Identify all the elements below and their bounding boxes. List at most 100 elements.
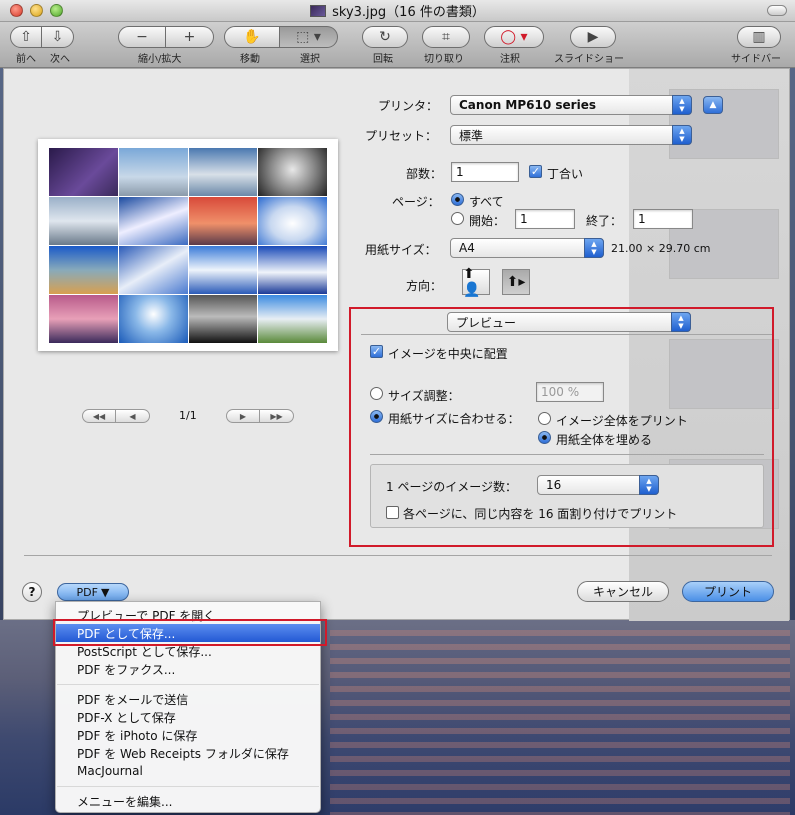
- pages-range-radio[interactable]: [451, 212, 464, 225]
- menu-item-label: PDF をメールで送信: [77, 692, 189, 707]
- double-left-arrow-icon: ◀◀: [92, 411, 106, 421]
- triangle-up-icon: ▲: [709, 100, 717, 110]
- menu-item-save-pdf-x[interactable]: PDF-X として保存: [56, 708, 320, 726]
- preset-popup[interactable]: 標準 ▲ ▼: [450, 125, 692, 145]
- cancel-button[interactable]: キャンセル: [577, 581, 669, 602]
- slideshow-button[interactable]: ▶: [570, 26, 616, 48]
- paper-dimensions: 21.00 × 29.70 cm: [611, 242, 711, 255]
- pager-back-controls: ◀◀ ◀: [82, 409, 150, 423]
- sidebar-button[interactable]: ▥: [737, 26, 781, 48]
- select-label: 選択: [300, 54, 320, 65]
- arrow-up-icon: ⇧: [20, 29, 32, 45]
- preview-image: [188, 148, 258, 196]
- pdf-menu-button[interactable]: PDF ▼: [57, 583, 129, 601]
- plus-icon: +: [183, 29, 196, 45]
- rotate-button[interactable]: ↻: [362, 26, 408, 48]
- menu-item-fax-pdf[interactable]: PDF をファクス...: [56, 660, 320, 678]
- zoom-window-button[interactable]: [50, 4, 63, 17]
- pdf-label: PDF: [76, 585, 98, 599]
- collate-checkbox[interactable]: ✓: [529, 165, 542, 178]
- preview-image: [49, 148, 118, 196]
- preview-image: [118, 197, 188, 245]
- zoom-in-button[interactable]: +: [166, 26, 214, 48]
- landscape-orientation-button[interactable]: ⬆▸: [502, 269, 530, 295]
- paper-size-popup[interactable]: A4 ▲ ▼: [450, 238, 604, 258]
- annotate-button[interactable]: ◯ ▾: [484, 26, 544, 48]
- select-tool-button[interactable]: ⬚ ▾: [280, 26, 338, 48]
- preview-image: [49, 295, 118, 343]
- pages-all-radio[interactable]: [451, 193, 464, 206]
- pages-to-field[interactable]: 1: [633, 209, 693, 229]
- checkmark-icon: ✓: [530, 165, 541, 178]
- next-page-button[interactable]: ▶: [226, 409, 260, 423]
- copies-value: 1: [456, 165, 464, 179]
- crop-button[interactable]: ⌗: [422, 26, 470, 48]
- preview-image: [188, 295, 258, 343]
- pages-all-label: すべて: [469, 195, 504, 209]
- previous-page-button[interactable]: ◀: [116, 409, 150, 423]
- arrow-down-icon: ⇩: [51, 29, 64, 45]
- back-button[interactable]: ⇧: [10, 26, 42, 48]
- menu-item-save-to-iphoto[interactable]: PDF を iPhoto に保存: [56, 726, 320, 744]
- menu-item-label: PDF をファクス...: [77, 662, 176, 677]
- preview-image: [118, 148, 188, 196]
- zoom-label: 縮小/拡大: [138, 54, 182, 65]
- menu-item-label: メニューを編集...: [77, 794, 173, 809]
- right-arrow-icon: ▶: [239, 411, 247, 421]
- cancel-label: キャンセル: [592, 585, 653, 599]
- menu-item-macjournal[interactable]: MacJournal: [56, 762, 320, 780]
- zoom-out-button[interactable]: −: [118, 26, 166, 48]
- crop-button-group: ⌗: [422, 26, 470, 48]
- preview-image: [118, 295, 188, 343]
- pages-label: ページ：: [392, 195, 440, 209]
- slideshow-button-group: ▶: [570, 26, 616, 48]
- preview-image: [188, 246, 258, 294]
- close-window-button[interactable]: [10, 4, 23, 17]
- sidebar-icon: ▥: [752, 29, 766, 45]
- toolbar: ⇧ ⇩ 前へ 次へ − + 縮小/拡大 ✋ ⬚ ▾ 移動 選択 ↻ 回転 ⌗ 切…: [0, 22, 795, 68]
- triangle-down-icon: ▼: [100, 585, 110, 599]
- popup-arrows-icon: ▲ ▼: [672, 95, 692, 115]
- play-icon: ▶: [587, 29, 599, 45]
- page-indicator: 1/1: [179, 409, 197, 422]
- document-icon: [310, 4, 327, 17]
- move-tool-button[interactable]: ✋: [224, 26, 280, 48]
- menu-item-label: PDF を iPhoto に保存: [77, 728, 198, 743]
- paper-size-value: A4: [459, 241, 475, 255]
- preview-image: [188, 197, 258, 245]
- sidebar-button-group: ▥: [737, 26, 781, 48]
- landscape-person-icon: ⬆▸: [506, 274, 526, 290]
- pages-from-field[interactable]: 1: [515, 209, 575, 229]
- hand-icon: ✋: [243, 29, 261, 45]
- forward-button[interactable]: ⇩: [42, 26, 74, 48]
- collapse-details-button[interactable]: ▲: [703, 96, 723, 114]
- menu-item-save-web-receipts[interactable]: PDF を Web Receipts フォルダに保存: [56, 744, 320, 762]
- window-title: sky3.jpg（16 件の書類）: [332, 5, 485, 20]
- print-button[interactable]: プリント: [682, 581, 774, 602]
- menu-item-edit-menu[interactable]: メニューを編集...: [56, 792, 320, 810]
- window-title-wrap: sky3.jpg（16 件の書類）: [310, 1, 485, 20]
- first-page-button[interactable]: ◀◀: [82, 409, 116, 423]
- left-arrow-icon: ◀: [129, 411, 136, 421]
- minus-icon: −: [136, 29, 148, 45]
- menu-item-mail-pdf[interactable]: PDF をメールで送信: [56, 690, 320, 708]
- orientation-label: 方向：: [406, 279, 443, 293]
- portrait-orientation-button[interactable]: ⬆👤: [462, 266, 490, 298]
- last-page-button[interactable]: ▶▶: [260, 409, 294, 423]
- preset-value: 標準: [459, 128, 484, 143]
- portrait-person-icon: ⬆👤: [463, 266, 481, 298]
- forward-label: 次へ: [50, 54, 70, 65]
- bottom-separator: [24, 555, 772, 556]
- menu-item-label: PDF を Web Receipts フォルダに保存: [77, 746, 289, 761]
- copies-field[interactable]: 1: [451, 162, 519, 182]
- pages-from-label: 開始：: [469, 214, 506, 228]
- minimize-window-button[interactable]: [30, 4, 43, 17]
- preview-image: [49, 197, 118, 245]
- toolbar-toggle-button[interactable]: [767, 5, 787, 16]
- sidebar-label: サイドバー: [731, 54, 781, 65]
- printer-popup[interactable]: Canon MP610 series ▲ ▼: [450, 95, 692, 115]
- nav-buttons: ⇧ ⇩: [10, 26, 74, 48]
- title-bar[interactable]: sky3.jpg（16 件の書類）: [0, 0, 795, 22]
- help-button[interactable]: ?: [22, 582, 42, 602]
- printer-value: Canon MP610 series: [459, 98, 596, 112]
